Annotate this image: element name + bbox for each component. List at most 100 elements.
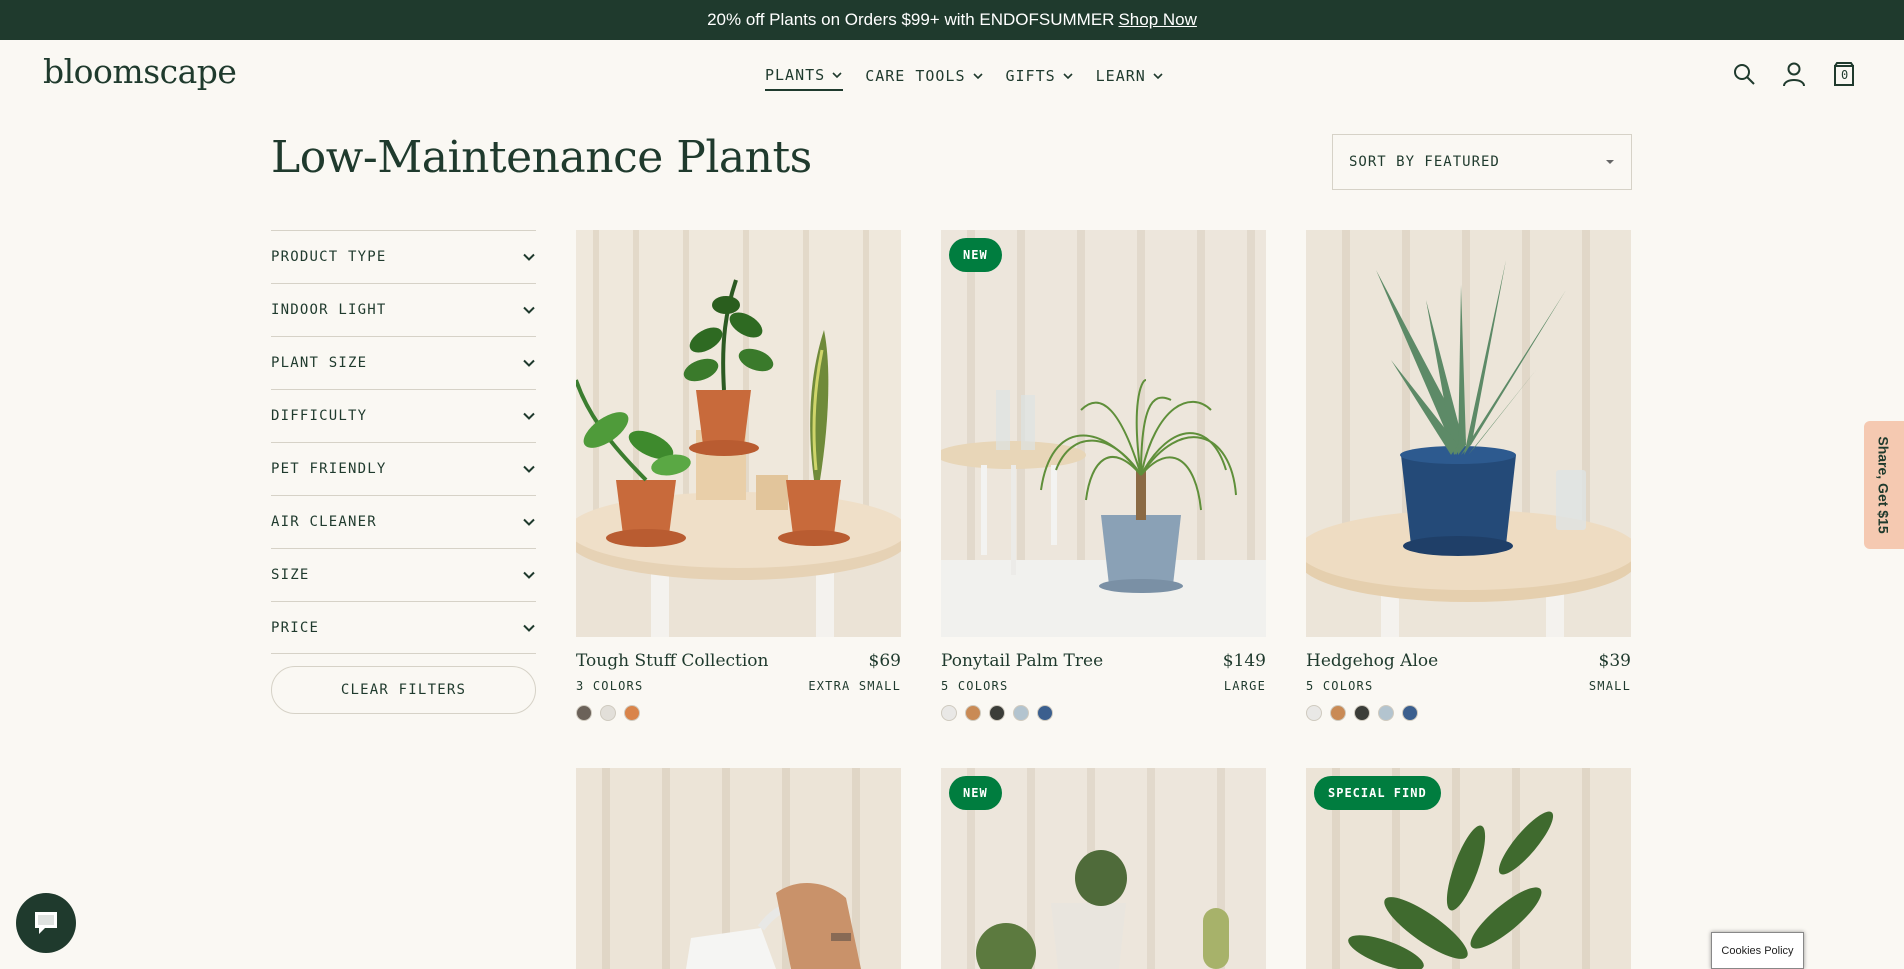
product-size: LARGE (1223, 679, 1266, 693)
filter-plant-size[interactable]: PLANT SIZE (271, 336, 536, 389)
nav-label: GIFTS (1005, 67, 1056, 85)
product-row: Hedgehog Aloe $39 (1306, 651, 1631, 671)
filter-label: PRICE (271, 619, 320, 636)
page-title: Low-Maintenance Plants (271, 132, 812, 183)
filter-air-cleaner[interactable]: AIR CLEANER (271, 495, 536, 548)
color-swatch[interactable] (1013, 705, 1029, 721)
product-image[interactable]: SPECIAL FIND (1306, 768, 1631, 969)
filter-label: INDOOR LIGHT (271, 302, 387, 318)
filter-label: PRODUCT TYPE (271, 249, 387, 265)
chevron-down-icon (523, 624, 535, 632)
product-size: SMALL (1588, 679, 1631, 693)
clear-filters-button[interactable]: CLEAR FILTERS (271, 666, 536, 714)
share-tab-label: Share, Get $15 (1876, 436, 1892, 534)
nav-label: PLANTS (765, 66, 826, 84)
color-swatch[interactable] (989, 705, 1005, 721)
product-name[interactable]: Tough Stuff Collection (576, 651, 769, 671)
chevron-down-icon (1153, 73, 1163, 80)
color-swatches (576, 705, 901, 721)
product-name[interactable]: Ponytail Palm Tree (941, 651, 1103, 671)
sort-label: SORT BY FEATURED (1349, 154, 1500, 170)
product-price: $69 (868, 651, 901, 671)
product-name[interactable]: Hedgehog Aloe (1306, 651, 1438, 671)
filter-product-type[interactable]: PRODUCT TYPE (271, 230, 536, 283)
product-card: NEW Ponytail Palm Tree $149 5 COLORS LAR… (941, 230, 1266, 721)
product-price: $39 (1598, 651, 1631, 671)
product-image[interactable] (576, 230, 901, 637)
header-icons: 0 (1730, 60, 1858, 88)
filter-label: AIR CLEANER (271, 514, 377, 530)
color-swatch[interactable] (965, 705, 981, 721)
share-get-15-tab[interactable]: Share, Get $15 (1864, 421, 1904, 549)
chevron-down-icon (832, 72, 842, 79)
site-header: bloomscape PLANTS CARE TOOLS GIFTS LEARN… (0, 40, 1904, 112)
filter-difficulty[interactable]: DIFFICULTY (271, 389, 536, 442)
color-swatch[interactable] (1402, 705, 1418, 721)
filter-price[interactable]: PRICE (271, 601, 536, 654)
chat-bubble-icon (35, 912, 57, 934)
color-swatch[interactable] (1037, 705, 1053, 721)
product-meta: 5 COLORS LARGE (941, 679, 1266, 693)
product-colors: 5 COLORS (1306, 679, 1374, 693)
logo[interactable]: bloomscape (43, 52, 237, 91)
sort-dropdown[interactable]: SORT BY FEATURED (1332, 134, 1632, 190)
color-swatch[interactable] (941, 705, 957, 721)
product-card: Tough Stuff Collection $69 3 COLORS EXTR… (576, 230, 901, 721)
nav-care-tools[interactable]: CARE TOOLS (865, 66, 983, 91)
chevron-down-icon (523, 359, 535, 367)
filter-pet-friendly[interactable]: PET FRIENDLY (271, 442, 536, 495)
promo-bar: 20% off Plants on Orders $99+ with ENDOF… (0, 0, 1904, 40)
chevron-down-icon (523, 412, 535, 420)
chevron-down-icon (523, 518, 535, 526)
color-swatches (941, 705, 1266, 721)
nav-label: LEARN (1095, 67, 1146, 85)
filter-label: PET FRIENDLY (271, 461, 387, 477)
promo-text: 20% off Plants on Orders $99+ with ENDOF… (707, 10, 1115, 29)
product-image[interactable]: NEW (941, 768, 1266, 969)
color-swatches (1306, 705, 1631, 721)
cookies-policy-button[interactable]: Cookies Policy (1711, 932, 1804, 969)
color-swatch[interactable] (600, 705, 616, 721)
product-meta: 5 COLORS SMALL (1306, 679, 1631, 693)
search-icon[interactable] (1730, 60, 1758, 88)
color-swatch[interactable] (624, 705, 640, 721)
product-image[interactable]: NEW (941, 230, 1266, 637)
color-swatch[interactable] (576, 705, 592, 721)
product-image[interactable] (1306, 230, 1631, 637)
product-colors: 5 COLORS (941, 679, 1009, 693)
cart-icon[interactable]: 0 (1830, 60, 1858, 88)
product-card: SPECIAL FIND (1306, 768, 1631, 969)
filter-label: SIZE (271, 567, 310, 583)
color-swatch[interactable] (1306, 705, 1322, 721)
product-price: $149 (1222, 651, 1266, 671)
main-nav: PLANTS CARE TOOLS GIFTS LEARN (765, 66, 1164, 91)
product-image[interactable] (576, 768, 901, 969)
nav-plants[interactable]: PLANTS (765, 66, 844, 91)
chevron-down-icon (523, 571, 535, 579)
product-card (576, 768, 901, 969)
product-badge: SPECIAL FIND (1314, 776, 1441, 810)
color-swatch[interactable] (1378, 705, 1394, 721)
chat-button[interactable] (16, 893, 76, 953)
color-swatch[interactable] (1354, 705, 1370, 721)
cart-count: 0 (1841, 68, 1849, 82)
product-badge: NEW (949, 238, 1002, 272)
filter-indoor-light[interactable]: INDOOR LIGHT (271, 283, 536, 336)
product-colors: 3 COLORS (576, 679, 644, 693)
product-badge: NEW (949, 776, 1002, 810)
product-row: Tough Stuff Collection $69 (576, 651, 901, 671)
nav-gifts[interactable]: GIFTS (1006, 66, 1074, 91)
chevron-down-icon (523, 306, 535, 314)
nav-label: CARE TOOLS (865, 67, 966, 85)
filter-label: DIFFICULTY (271, 408, 368, 424)
chevron-down-icon (1063, 73, 1073, 80)
filter-size[interactable]: SIZE (271, 548, 536, 601)
shop-now-link[interactable]: Shop Now (1118, 10, 1196, 30)
product-size: EXTRA SMALL (808, 679, 901, 693)
account-icon[interactable] (1780, 60, 1808, 88)
nav-learn[interactable]: LEARN (1096, 66, 1164, 91)
filter-label: PLANT SIZE (271, 355, 368, 371)
chevron-down-icon (523, 465, 535, 473)
caret-down-icon (1606, 160, 1614, 164)
color-swatch[interactable] (1330, 705, 1346, 721)
